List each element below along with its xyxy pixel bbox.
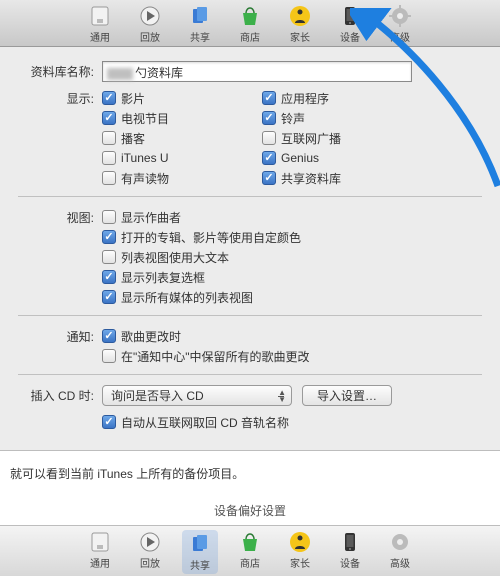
footer-parental[interactable]: 家长 (282, 530, 318, 574)
store-icon (238, 530, 262, 554)
toolbar-label: 回放 (140, 29, 160, 44)
view-label: 视图: (18, 207, 102, 226)
check-apps[interactable]: 应用程序 (262, 88, 422, 108)
footer-advanced[interactable]: 高级 (382, 530, 418, 574)
footer-general[interactable]: 通用 (82, 530, 118, 574)
toolbar-sharing[interactable]: 共享 (182, 4, 218, 44)
chevron-updown-icon: ▲▼ (278, 389, 286, 403)
insert-cd-label: 插入 CD 时: (18, 385, 102, 404)
check-genius[interactable]: Genius (262, 148, 422, 168)
store-icon (238, 4, 262, 28)
general-icon (88, 4, 112, 28)
check-tv[interactable]: 电视节目 (102, 108, 262, 128)
footer-devices[interactable]: 设备 (332, 530, 368, 574)
check-movies[interactable]: 影片 (102, 88, 262, 108)
devices-icon (338, 4, 362, 28)
playback-icon (138, 4, 162, 28)
notify-label: 通知: (18, 326, 102, 345)
footer-title: 设备偏好设置 (0, 496, 500, 525)
parental-icon (288, 530, 312, 554)
separator (18, 315, 482, 316)
footer-playback[interactable]: 回放 (132, 530, 168, 574)
display-label: 显示: (18, 88, 102, 107)
library-name-field[interactable]: 勺资料库 (102, 61, 412, 82)
check-itunesu[interactable]: iTunes U (102, 148, 262, 168)
toolbar-label: 共享 (190, 29, 210, 44)
check-shared[interactable]: 共享资料库 (262, 168, 422, 188)
notify-checks: 歌曲更改时 在"通知中心"中保留所有的歌曲更改 (102, 326, 482, 366)
check-radio[interactable]: 互联网广播 (262, 128, 422, 148)
check-custom-colors[interactable]: 打开的专辑、影片等使用自定颜色 (102, 227, 422, 247)
toolbar-advanced[interactable]: 高级 (382, 4, 418, 44)
toolbar-label: 高级 (390, 29, 410, 44)
toolbar-general[interactable]: 通用 (82, 4, 118, 44)
footer-store[interactable]: 商店 (232, 530, 268, 574)
preferences-toolbar: 通用 回放 共享 商店 家长 设备 高级 (0, 0, 500, 47)
footer-sharing[interactable]: 共享 (182, 530, 218, 574)
separator (18, 374, 482, 375)
check-composer[interactable]: 显示作曲者 (102, 207, 422, 227)
display-checks: 影片 应用程序 电视节目 铃声 播客 互联网广播 iTunes U Genius… (102, 88, 482, 188)
check-notification-center[interactable]: 在"通知中心"中保留所有的歌曲更改 (102, 346, 422, 366)
toolbar-label: 设备 (340, 29, 360, 44)
toolbar-parental[interactable]: 家长 (282, 4, 318, 44)
playback-icon (138, 530, 162, 554)
toolbar-label: 商店 (240, 29, 260, 44)
toolbar-store[interactable]: 商店 (232, 4, 268, 44)
check-audiobooks[interactable]: 有声读物 (102, 168, 262, 188)
footer-toolbar: 通用 回放 共享 商店 家长 设备 高级 (0, 525, 500, 576)
import-settings-button[interactable]: 导入设置… (302, 385, 392, 406)
insert-cd-select[interactable]: 询问是否导入 CD▲▼ (102, 385, 292, 406)
toolbar-devices[interactable]: 设备 (332, 4, 368, 44)
separator (18, 196, 482, 197)
check-large-text[interactable]: 列表视图使用大文本 (102, 247, 422, 267)
check-list-view-all[interactable]: 显示所有媒体的列表视图 (102, 287, 422, 307)
sharing-icon (188, 4, 212, 28)
preferences-general-pane: 资料库名称: 勺资料库 显示: 影片 应用程序 电视节目 铃声 播客 互联网广播… (0, 47, 500, 451)
check-podcasts[interactable]: 播客 (102, 128, 262, 148)
check-list-checkboxes[interactable]: 显示列表复选框 (102, 267, 422, 287)
parental-icon (288, 4, 312, 28)
gear-icon (388, 4, 412, 28)
toolbar-playback[interactable]: 回放 (132, 4, 168, 44)
article-caption: 就可以看到当前 iTunes 上所有的备份项目。 (0, 451, 500, 496)
toolbar-label: 通用 (90, 29, 110, 44)
devices-icon (338, 530, 362, 554)
sharing-icon (188, 532, 212, 556)
library-name-value: 勺资料库 (135, 66, 183, 80)
gear-icon (388, 530, 412, 554)
check-auto-cd-names[interactable]: 自动从互联网取回 CD 音轨名称 (102, 412, 422, 432)
view-checks: 显示作曲者 打开的专辑、影片等使用自定颜色 列表视图使用大文本 显示列表复选框 … (102, 207, 482, 307)
library-name-label: 资料库名称: (18, 61, 102, 80)
check-ringtones[interactable]: 铃声 (262, 108, 422, 128)
general-icon (88, 530, 112, 554)
toolbar-label: 家长 (290, 29, 310, 44)
check-song-change[interactable]: 歌曲更改时 (102, 326, 422, 346)
